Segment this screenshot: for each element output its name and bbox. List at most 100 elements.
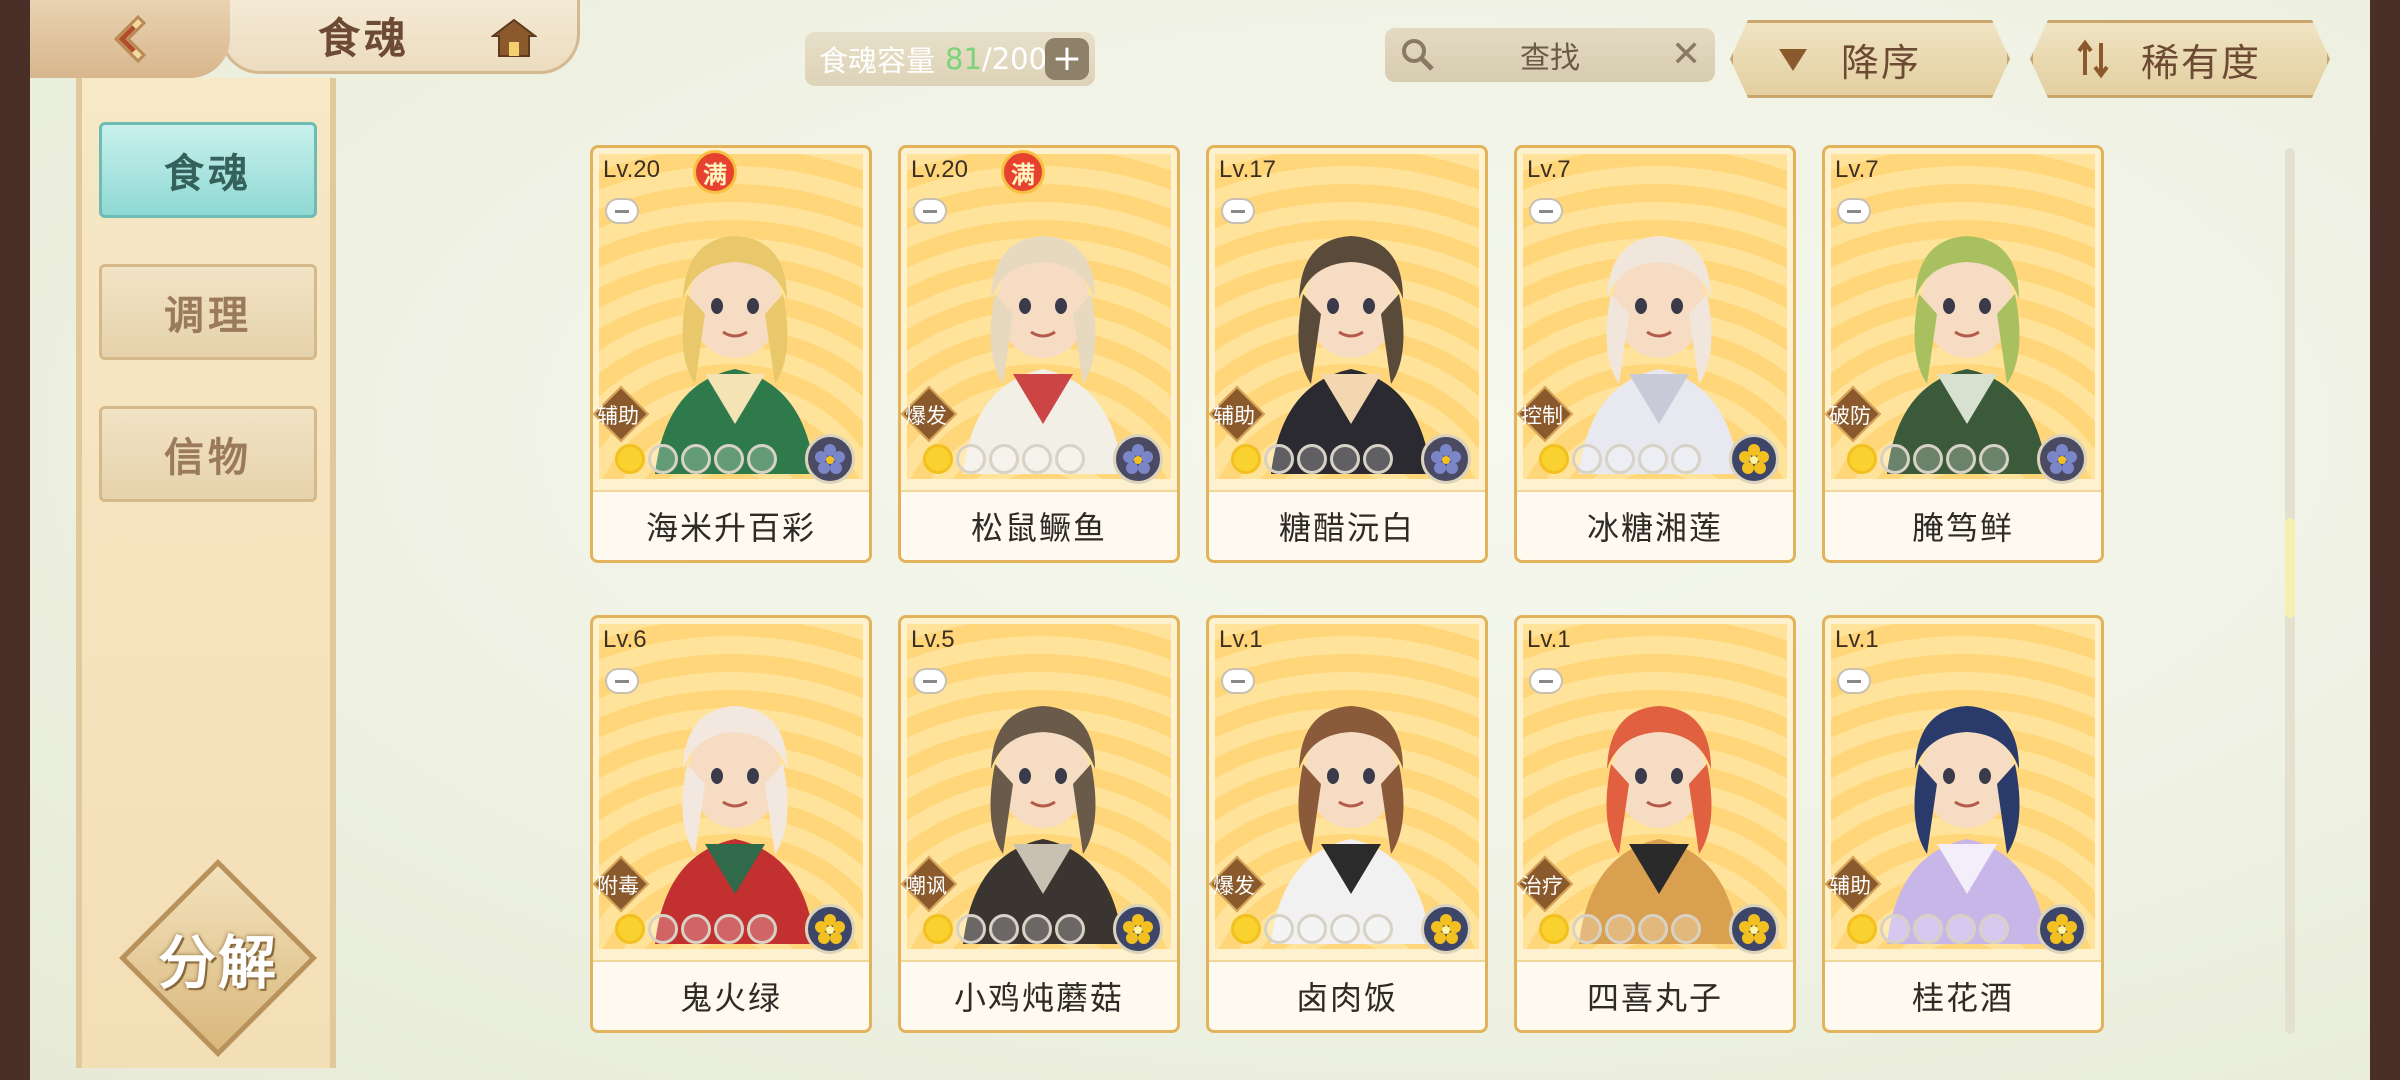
role-badge: 爆发 (901, 385, 958, 443)
flower-icon (2047, 444, 2077, 474)
clear-icon[interactable]: ✕ (1671, 37, 1701, 73)
card-name: 小鸡炖蘑菇 (901, 960, 1177, 1030)
role-badge: 治疗 (1517, 855, 1574, 913)
role-label: 爆发 (1213, 874, 1255, 898)
food-soul-card[interactable]: Lv.7 控制 冰糖湘莲 (1514, 145, 1796, 563)
decompose-label: 分解 (157, 929, 278, 997)
food-soul-card[interactable]: Lv.7 破防 腌笃鲜 (1822, 145, 2104, 563)
role-label: 爆发 (905, 404, 947, 428)
tab-conditioning[interactable]: 调理 (99, 264, 317, 360)
star-icon (989, 444, 1019, 474)
lock-toggle-icon[interactable] (913, 668, 947, 694)
food-soul-card[interactable]: Lv.20 满 辅助 海米升百彩 (590, 145, 872, 563)
card-level: Lv.17 (1219, 156, 1276, 183)
screen: 食魂 食魂容量 81/200 + 查找 ✕ 降序 稀有度 食魂 调理 信物 分解… (30, 0, 2370, 1080)
tab-food-soul[interactable]: 食魂 (99, 122, 317, 218)
star-icon (1055, 444, 1085, 474)
back-button[interactable] (30, 0, 230, 78)
star-icon (1572, 444, 1602, 474)
lock-toggle-icon[interactable] (1837, 668, 1871, 694)
star-icon (1264, 444, 1294, 474)
star-icon (1231, 914, 1261, 944)
food-soul-card[interactable]: Lv.1 爆发 卤肉饭 (1206, 615, 1488, 1033)
flower-icon (1431, 444, 1461, 474)
food-soul-card[interactable]: Lv.1 治疗 四喜丸子 (1514, 615, 1796, 1033)
star-icon (681, 444, 711, 474)
character-portrait (1271, 236, 1431, 474)
tab-token[interactable]: 信物 (99, 406, 317, 502)
lock-toggle-icon[interactable] (605, 198, 639, 224)
card-level: Lv.7 (1527, 156, 1571, 183)
capacity-max: /200 (981, 42, 1048, 76)
star-icon (648, 444, 678, 474)
search-box[interactable]: 查找 ✕ (1385, 28, 1715, 82)
star-icon (615, 444, 645, 474)
food-soul-card[interactable]: Lv.1 辅助 桂花酒 (1822, 615, 2104, 1033)
scrollbar-thumb[interactable] (2285, 518, 2295, 618)
star-icon (1605, 914, 1635, 944)
star-icon (1022, 914, 1052, 944)
star-icon (615, 914, 645, 944)
lock-toggle-icon[interactable] (1837, 198, 1871, 224)
lock-toggle-icon[interactable] (605, 668, 639, 694)
lock-toggle-icon[interactable] (1221, 668, 1255, 694)
element-icon (1113, 434, 1163, 484)
lock-toggle-icon[interactable] (1529, 668, 1563, 694)
food-soul-card[interactable]: Lv.20 满 爆发 松鼠鳜鱼 (898, 145, 1180, 563)
swap-icon (2073, 39, 2113, 79)
card-level: Lv.6 (603, 626, 647, 653)
home-icon[interactable] (491, 18, 537, 58)
role-label: 辅助 (597, 404, 639, 428)
role-label: 辅助 (1829, 874, 1871, 898)
star-icon (1022, 444, 1052, 474)
star-icon (1979, 444, 2009, 474)
card-name: 海米升百彩 (593, 490, 869, 560)
role-badge: 爆发 (1209, 855, 1266, 913)
scrollbar[interactable] (2285, 148, 2295, 1034)
card-grid: Lv.20 满 辅助 海米升百彩 Lv.20 满 爆发 松鼠鳜鱼 Lv.17 辅… (560, 145, 2120, 1035)
role-label: 治疗 (1521, 874, 1563, 898)
star-icon (681, 914, 711, 944)
star-icon (956, 914, 986, 944)
sort-key-label: 稀有度 (2141, 40, 2262, 85)
lock-toggle-icon[interactable] (1529, 198, 1563, 224)
star-rating (923, 914, 1085, 948)
star-rating (1231, 914, 1393, 948)
decompose-button[interactable]: 分解 (118, 858, 318, 1058)
food-soul-card[interactable]: Lv.17 辅助 糖醋沅白 (1206, 145, 1488, 563)
card-level: Lv.7 (1835, 156, 1879, 183)
star-icon (1264, 914, 1294, 944)
add-capacity-button[interactable]: + (1045, 38, 1089, 80)
food-soul-card[interactable]: Lv.6 附毒 鬼火绿 (590, 615, 872, 1033)
star-rating (615, 914, 777, 948)
element-icon (2037, 434, 2087, 484)
sort-order-button[interactable]: 降序 (1730, 20, 2010, 98)
sort-key-button[interactable]: 稀有度 (2030, 20, 2330, 98)
lock-toggle-icon[interactable] (1221, 198, 1255, 224)
star-icon (1297, 914, 1327, 944)
back-arrow-icon (113, 14, 147, 64)
max-level-badge: 满 (693, 150, 737, 194)
star-rating (1847, 914, 2009, 948)
element-icon (805, 904, 855, 954)
card-level: Lv.5 (911, 626, 955, 653)
star-icon (1946, 914, 1976, 944)
star-icon (1979, 914, 2009, 944)
element-icon (1421, 434, 1471, 484)
capacity-current: 81 (945, 42, 982, 76)
star-rating (615, 444, 777, 478)
star-icon (1913, 914, 1943, 944)
star-icon (1330, 914, 1360, 944)
role-badge: 辅助 (1825, 855, 1882, 913)
flower-icon (815, 914, 845, 944)
card-name: 桂花酒 (1825, 960, 2101, 1030)
role-badge: 控制 (1517, 385, 1574, 443)
role-badge: 嘲讽 (901, 855, 958, 913)
star-icon (1638, 914, 1668, 944)
food-soul-card[interactable]: Lv.5 嘲讽 小鸡炖蘑菇 (898, 615, 1180, 1033)
lock-toggle-icon[interactable] (913, 198, 947, 224)
capacity-label: 食魂容量 (819, 44, 936, 78)
star-icon (1330, 444, 1360, 474)
star-rating (1847, 444, 2009, 478)
star-icon (1671, 914, 1701, 944)
